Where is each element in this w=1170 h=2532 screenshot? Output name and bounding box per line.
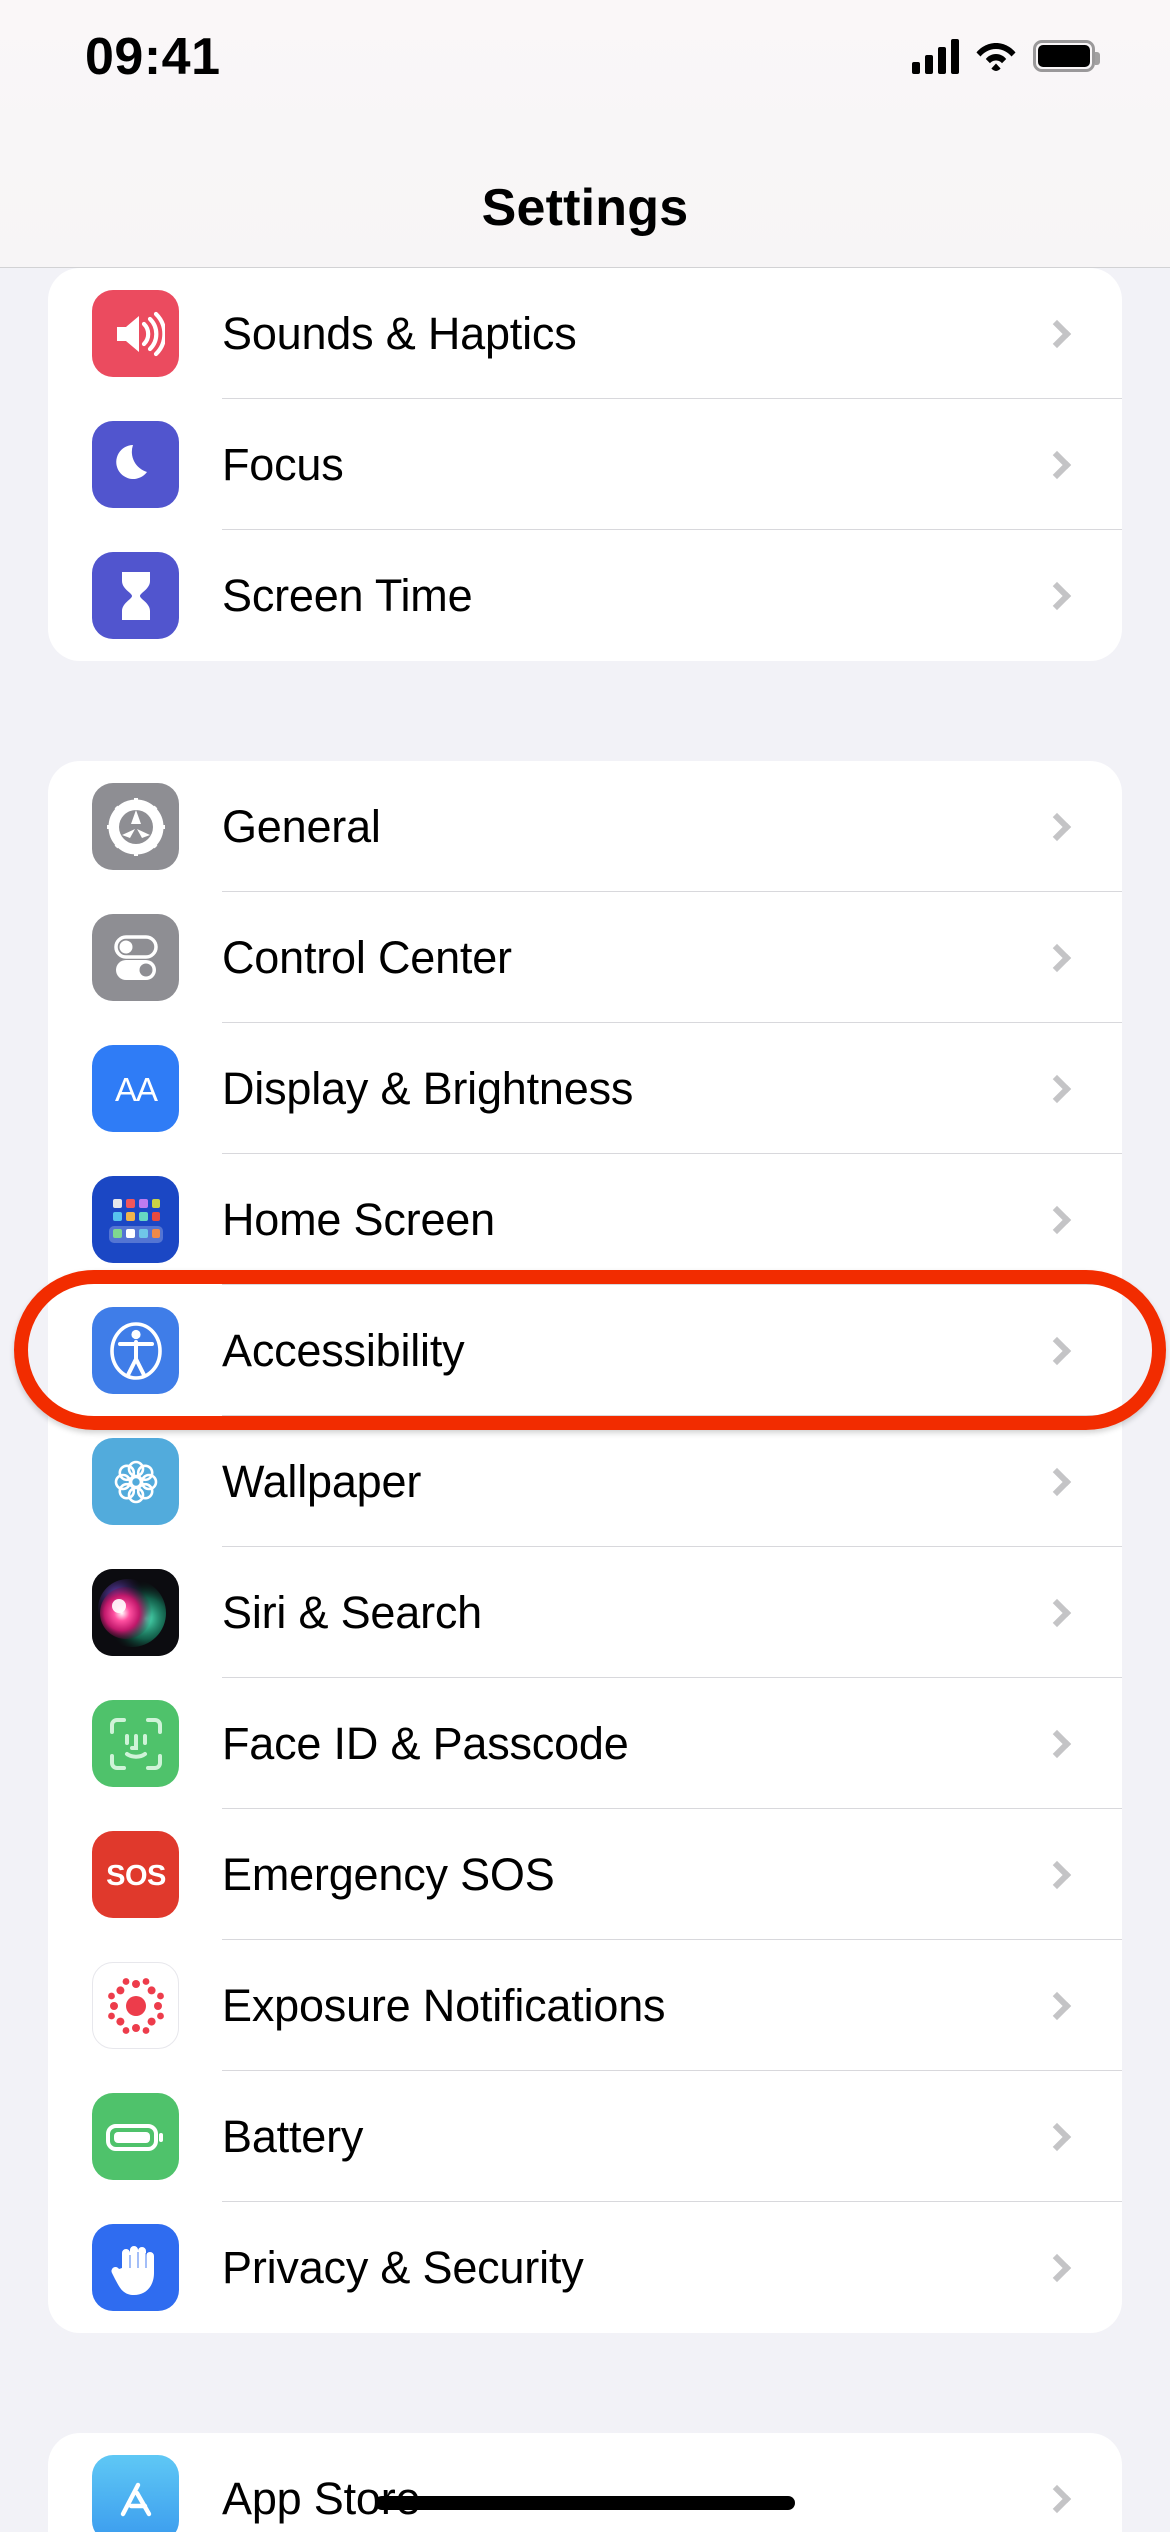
settings-row-label: Screen Time <box>222 569 473 621</box>
moon-crescent-icon <box>92 421 179 508</box>
chevron-right-icon <box>1042 319 1072 348</box>
svg-text:SOS: SOS <box>106 1860 166 1892</box>
settings-row-app-store[interactable]: App Store <box>48 2433 1122 2532</box>
chevron-right-icon <box>1042 1467 1072 1496</box>
toggles-icon <box>92 914 179 1001</box>
chevron-right-icon <box>1042 2253 1072 2282</box>
chevron-right-icon <box>1042 2122 1072 2151</box>
chevron-right-icon <box>1042 1205 1072 1234</box>
settings-row-exposure-notifications[interactable]: Exposure Notifications <box>48 1940 1122 2071</box>
settings-row-siri-search[interactable]: Siri & Search <box>48 1547 1122 1678</box>
battery-icon <box>92 2093 179 2180</box>
chevron-right-icon <box>1042 2484 1072 2513</box>
settings-row-label: Control Center <box>222 931 512 983</box>
settings-row-emergency-sos[interactable]: SOS Emergency SOS <box>48 1809 1122 1940</box>
settings-row-sounds-haptics[interactable]: Sounds & Haptics <box>48 268 1122 399</box>
battery-full-icon <box>1033 40 1100 72</box>
chevron-right-icon <box>1042 1991 1072 2020</box>
accessibility-person-icon <box>92 1307 179 1394</box>
status-bar: 09:41 <box>0 0 1170 150</box>
settings-row-label: Battery <box>222 2110 364 2162</box>
cellular-bars-icon <box>912 38 959 74</box>
settings-row-label: Face ID & Passcode <box>222 1717 629 1769</box>
settings-row-label: Accessibility <box>222 1324 465 1376</box>
app-store-icon <box>92 2455 179 2532</box>
settings-row-label: Focus <box>222 438 344 490</box>
settings-group-2: General Control Center AA Display & Brig… <box>48 761 1122 2333</box>
exposure-dots-icon <box>92 1962 179 2049</box>
settings-row-label: Privacy & Security <box>222 2241 584 2293</box>
settings-group-1: Sounds & Haptics Focus Screen Time <box>48 268 1122 661</box>
settings-row-display-brightness[interactable]: AA Display & Brightness <box>48 1023 1122 1154</box>
settings-row-wallpaper[interactable]: Wallpaper <box>48 1416 1122 1547</box>
sos-icon: SOS <box>92 1831 179 1918</box>
status-bar-indicators <box>912 30 1100 82</box>
flower-pattern-icon <box>92 1438 179 1525</box>
settings-row-battery[interactable]: Battery <box>48 2071 1122 2202</box>
chevron-right-icon <box>1042 1729 1072 1758</box>
chevron-right-icon <box>1042 1336 1072 1365</box>
hourglass-icon <box>92 552 179 639</box>
settings-row-label: Home Screen <box>222 1193 495 1245</box>
settings-scroll-view[interactable]: Sounds & Haptics Focus Screen Time Gener… <box>0 268 1170 2532</box>
settings-row-face-id-passcode[interactable]: Face ID & Passcode <box>48 1678 1122 1809</box>
gear-icon <box>92 783 179 870</box>
siri-orb-icon <box>92 1569 179 1656</box>
settings-row-label: Emergency SOS <box>222 1848 555 1900</box>
settings-row-control-center[interactable]: Control Center <box>48 892 1122 1023</box>
aa-text-icon: AA <box>92 1045 179 1132</box>
svg-text:AA: AA <box>114 1071 157 1108</box>
chevron-right-icon <box>1042 1860 1072 1889</box>
chevron-right-icon <box>1042 1598 1072 1627</box>
settings-row-label: Sounds & Haptics <box>222 307 577 359</box>
settings-row-home-screen[interactable]: Home Screen <box>48 1154 1122 1285</box>
wifi-icon <box>975 37 1017 76</box>
settings-row-general[interactable]: General <box>48 761 1122 892</box>
status-bar-time: 09:41 <box>85 28 221 86</box>
face-id-icon <box>92 1700 179 1787</box>
chevron-right-icon <box>1042 1074 1072 1103</box>
settings-row-label: Siri & Search <box>222 1586 482 1638</box>
chevron-right-icon <box>1042 581 1072 610</box>
settings-row-label: Exposure Notifications <box>222 1979 666 2031</box>
settings-screen: Sounds & Haptics Focus Screen Time Gener… <box>0 0 1170 2532</box>
chevron-right-icon <box>1042 943 1072 972</box>
settings-row-focus[interactable]: Focus <box>48 399 1122 530</box>
chevron-right-icon <box>1042 812 1072 841</box>
settings-row-label: Wallpaper <box>222 1455 422 1507</box>
settings-row-label: Display & Brightness <box>222 1062 634 1114</box>
settings-row-accessibility[interactable]: Accessibility <box>48 1285 1122 1416</box>
app-grid-icon <box>92 1176 179 1263</box>
page-title: Settings <box>481 179 689 237</box>
settings-group-3: App Store <box>48 2433 1122 2532</box>
home-indicator <box>375 2496 795 2510</box>
chevron-right-icon <box>1042 450 1072 479</box>
settings-row-privacy-security[interactable]: Privacy & Security <box>48 2202 1122 2333</box>
group-spacer-2 <box>0 2333 1170 2433</box>
settings-row-screen-time[interactable]: Screen Time <box>48 530 1122 661</box>
speaker-wave-icon <box>92 290 179 377</box>
hand-raised-icon <box>92 2224 179 2311</box>
settings-row-label: General <box>222 800 381 852</box>
